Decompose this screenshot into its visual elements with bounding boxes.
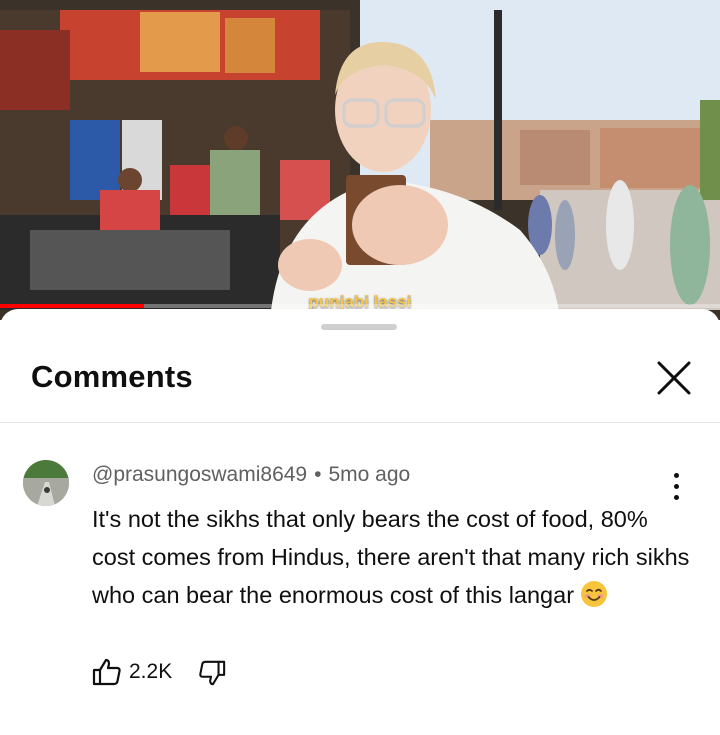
comment-item: @prasungoswami8649 • 5mo ago It's not the … — [0, 423, 720, 735]
progress-bar[interactable] — [0, 304, 720, 308]
comment-body: It's not the sikhs that only bears the c… — [92, 500, 692, 614]
comment-time: 5mo ago — [328, 463, 411, 486]
drag-handle[interactable] — [321, 324, 397, 330]
avatar[interactable] — [23, 460, 69, 506]
video-frame — [0, 0, 720, 320]
thumbs-down-icon — [199, 660, 226, 686]
close-button[interactable] — [652, 356, 696, 400]
meta-separator: • — [314, 463, 322, 486]
progress-bar-fill — [0, 304, 144, 308]
close-icon — [657, 361, 691, 395]
comment-actions: 2.2K — [92, 657, 292, 697]
video-player[interactable]: punjabi lassi — [0, 0, 720, 320]
avatar-image — [23, 460, 69, 506]
comment-author[interactable]: @prasungoswami8649 — [92, 463, 307, 486]
thumbs-up-icon — [92, 658, 121, 686]
panel-title: Comments — [31, 359, 193, 394]
like-count: 2.2K — [129, 660, 173, 683]
like-button[interactable] — [92, 657, 122, 687]
more-vertical-icon — [662, 473, 690, 500]
comments-panel: Comments @prasungoswami8649 • 5mo ago It's… — [0, 309, 720, 735]
dislike-button[interactable] — [198, 659, 226, 687]
comment-meta: @prasungoswami8649 • 5mo ago — [92, 463, 410, 487]
smiling-face-icon — [581, 581, 608, 607]
